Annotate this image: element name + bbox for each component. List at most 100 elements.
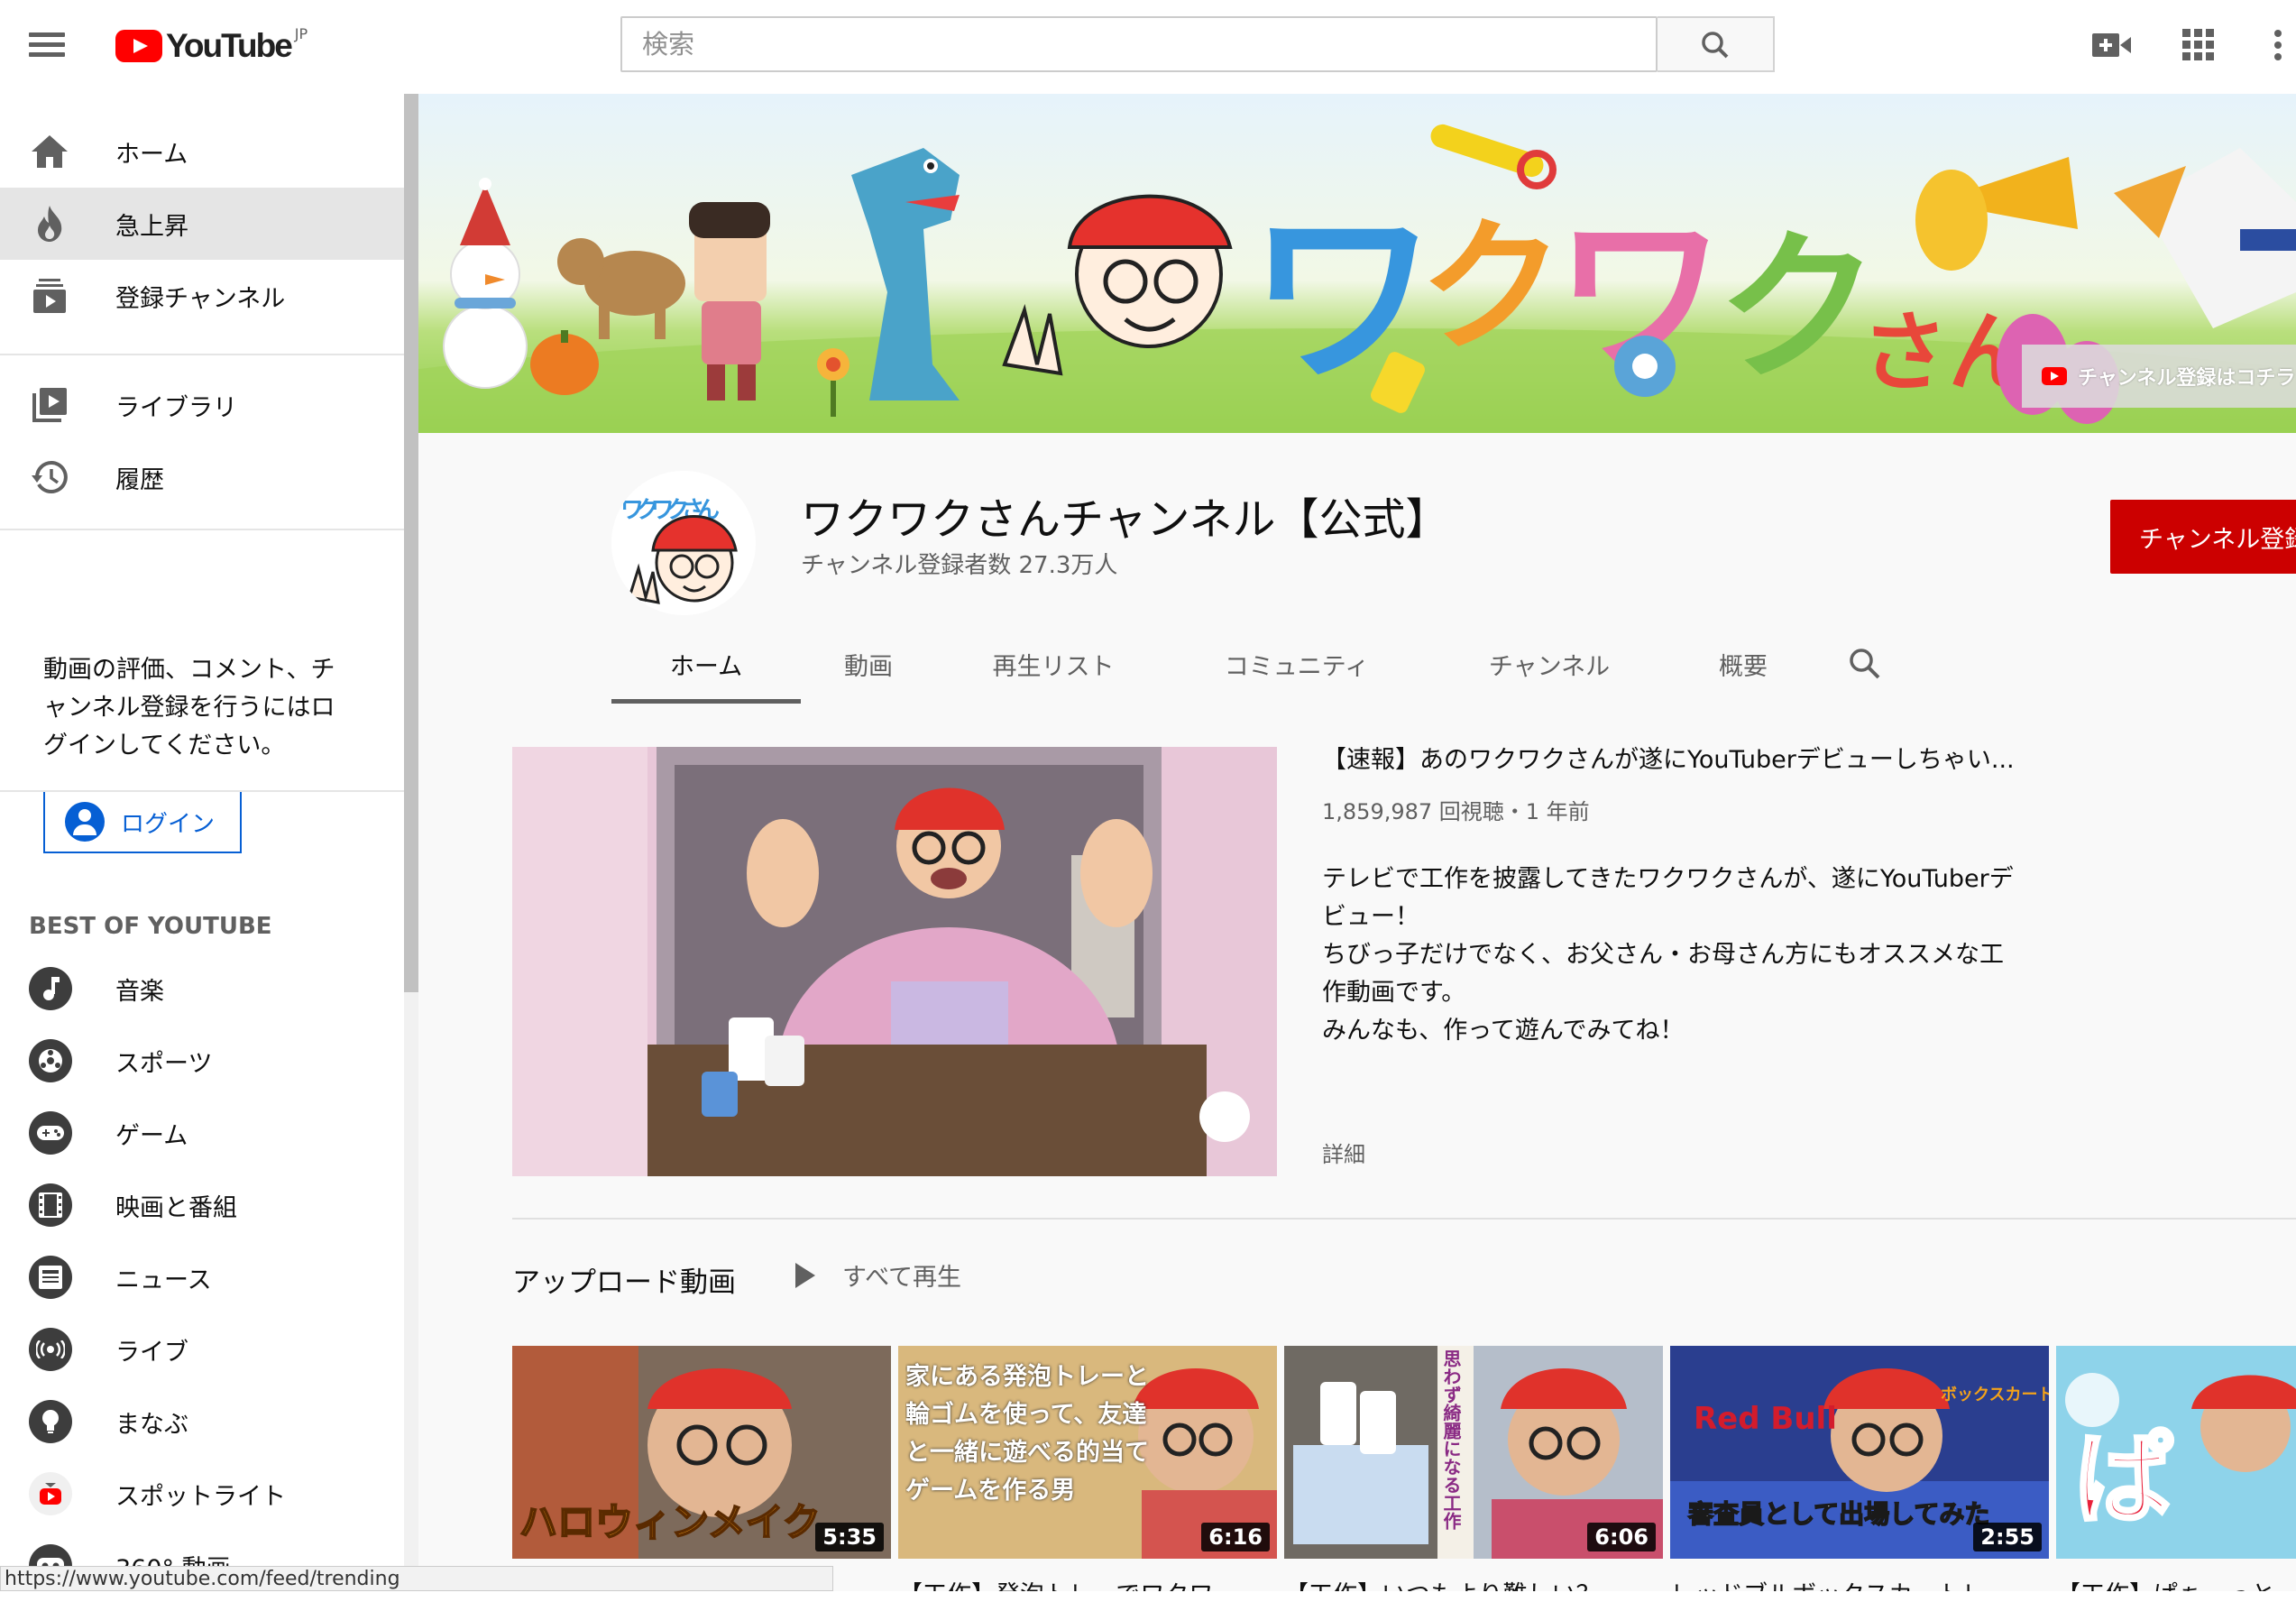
more-vertical-icon[interactable] xyxy=(2260,20,2296,70)
subscriptions-icon xyxy=(31,277,69,315)
read-more-link[interactable]: 詳細 xyxy=(1322,1137,1365,1168)
masthead: YouTube JP xyxy=(0,0,2296,94)
channel-avatar-art: ワクワクさん xyxy=(611,471,756,615)
sidebar-item-news[interactable]: ニュース xyxy=(0,1241,404,1313)
video-card[interactable]: ハロウィンメイク 5:35 xyxy=(512,1346,891,1591)
video-thumbnail[interactable]: 家にある発泡トレーと輪ゴムを使って、友達と一緒に遊べる的当てゲームを作る男 6:… xyxy=(898,1346,1277,1559)
video-card[interactable]: ぱ 【工作】ぱぁーっと xyxy=(2056,1346,2296,1591)
channel-banner: ワ ク ワ ク さん チャンネル登録はコチラ xyxy=(418,94,2296,433)
banner-logo-char: ク xyxy=(1419,203,1564,372)
channel-page: ワ ク ワ ク さん チャンネル登録はコチラ ワクワクさん ワクワクさんチャンネ… xyxy=(418,94,2296,1591)
gaming-icon xyxy=(29,1111,72,1155)
tab-home[interactable]: ホーム xyxy=(611,624,801,704)
featured-video-image xyxy=(512,747,1277,1176)
channel-tabs: ホーム 動画 再生リスト コミュニティ チャンネル 概要 xyxy=(611,624,1919,704)
video-thumbnail[interactable]: Red Bull ボックスカートレース 審査員として出場してみた 2:55 xyxy=(1670,1346,2049,1559)
apps-grid-icon[interactable] xyxy=(2173,20,2224,70)
sidebar-item-label: ライブ xyxy=(115,1338,188,1367)
description-line: テレビで工作を披露してきたワクワクさんが、遂にYouTuberデ xyxy=(1322,865,2014,893)
channel-banner-art: ワ ク ワ ク さん xyxy=(418,94,2296,433)
tab-videos[interactable]: 動画 xyxy=(801,624,936,704)
channel-name: ワクワクさんチャンネル【公式】 xyxy=(801,494,1449,545)
channel-search-icon[interactable] xyxy=(1811,624,1919,704)
youtube-logo[interactable]: YouTube JP xyxy=(115,23,308,69)
tab-playlists[interactable]: 再生リスト xyxy=(936,624,1171,704)
sidebar-item-subscriptions[interactable]: 登録チャンネル xyxy=(0,260,404,332)
login-button[interactable]: ログイン xyxy=(43,790,242,853)
sidebar-item-label: 履歴 xyxy=(115,465,164,494)
create-video-icon[interactable] xyxy=(2087,20,2137,70)
sidebar-item-movies[interactable]: 映画と番組 xyxy=(0,1169,404,1241)
video-thumbnail[interactable]: ハロウィンメイク 5:35 xyxy=(512,1346,891,1559)
sidebar-item-trending[interactable]: 急上昇 xyxy=(0,188,404,260)
sidebar-divider xyxy=(0,790,404,792)
sidebar-item-library[interactable]: ライブラリ xyxy=(0,369,404,441)
trending-icon xyxy=(31,205,69,243)
sidebar-item-history[interactable]: 履歴 xyxy=(0,441,404,513)
learning-icon xyxy=(29,1400,72,1443)
uploads-shelf: ハロウィンメイク 5:35 家にある発泡トレーと輪ゴムを使って、友達と一緒に遊べ… xyxy=(512,1346,2296,1591)
sidebar-item-learning[interactable]: まなぶ xyxy=(0,1386,404,1458)
play-icon xyxy=(795,1262,815,1288)
video-thumbnail-image: ぱ xyxy=(2056,1346,2296,1559)
news-icon xyxy=(29,1256,72,1299)
video-title[interactable]: 【工作】ぱぁーっと xyxy=(2056,1575,2296,1591)
sidebar-item-label: 映画と番組 xyxy=(115,1193,237,1222)
sidebar-item-sports[interactable]: スポーツ xyxy=(0,1025,404,1097)
featured-video-meta: 1,859,987 回視聴・1 年前 xyxy=(1322,799,1590,824)
tab-community[interactable]: コミュニティ xyxy=(1171,624,1423,704)
featured-video-title[interactable]: 【速報】あのワクワクさんが遂にYouTuberデビューしちゃい... xyxy=(1322,740,2015,775)
sidebar-item-spotlight[interactable]: スポットライト xyxy=(0,1458,404,1530)
thumbnail-caption: 思わず綺麗になる工作 xyxy=(1441,1349,1462,1530)
thumbnail-subcaption: ボックスカートレース xyxy=(1941,1386,2049,1404)
sidebar-item-home[interactable]: ホーム xyxy=(0,115,404,188)
video-card[interactable]: 思わず綺麗になる工作 6:06 【工作】いつもより難しい？ xyxy=(1284,1346,1663,1591)
sidebar-item-live[interactable]: ライブ xyxy=(0,1313,404,1386)
sidebar-item-label: 音楽 xyxy=(115,977,164,1006)
search-button[interactable] xyxy=(1658,16,1775,72)
status-bar-url: https://www.youtube.com/feed/trending xyxy=(0,1566,833,1591)
thumbnail-caption: ハロウィンメイク xyxy=(519,1500,821,1544)
search-icon xyxy=(1702,32,1729,59)
subscribe-button[interactable]: チャンネル登録 xyxy=(2110,500,2296,574)
login-prompt-text: 動画の評価、コメント、チ ャンネル登録を行うにはロ グインしてください。 xyxy=(43,651,368,765)
home-icon xyxy=(31,133,69,170)
logo-text: YouTube xyxy=(166,27,293,64)
channel-header: ワクワクさん ワクワクさんチャンネル【公式】 チャンネル登録者数 27.3万人 … xyxy=(418,433,2296,704)
section-divider xyxy=(512,1218,2296,1220)
sidebar-item-gaming[interactable]: ゲーム xyxy=(0,1097,404,1169)
sidebar-item-label: ライブラリ xyxy=(115,393,237,422)
channel-avatar[interactable]: ワクワクさん xyxy=(611,471,756,615)
search-input[interactable] xyxy=(622,18,1656,70)
play-all-button[interactable]: すべて再生 xyxy=(795,1257,961,1293)
logo-region-code: JP xyxy=(294,24,308,42)
movies-icon xyxy=(29,1183,72,1227)
login-prompt-line: ャンネル登録を行うにはロ xyxy=(43,694,335,722)
sidebar-item-label: まなぶ xyxy=(115,1410,188,1439)
library-icon xyxy=(31,386,69,424)
tab-about[interactable]: 概要 xyxy=(1676,624,1811,704)
sidebar-divider xyxy=(0,354,404,355)
uploads-heading[interactable]: アップロード動画 xyxy=(512,1259,736,1300)
tab-channels[interactable]: チャンネル xyxy=(1423,624,1676,704)
description-line: 作動画です。 xyxy=(1322,979,1466,1007)
redbull-logo-text: Red Bull xyxy=(1694,1401,1837,1437)
video-title[interactable]: レッドブルボックスカートレ xyxy=(1670,1575,2049,1591)
video-card[interactable]: Red Bull ボックスカートレース 審査員として出場してみた 2:55 レッ… xyxy=(1670,1346,2049,1591)
best-of-youtube-heading: BEST OF YOUTUBE xyxy=(29,913,272,940)
featured-video-thumbnail[interactable] xyxy=(512,747,1277,1176)
video-duration: 6:06 xyxy=(1587,1523,1656,1551)
banner-subscribe-link[interactable]: チャンネル登録はコチラ xyxy=(2022,345,2296,408)
sidebar-item-label: スポットライト xyxy=(115,1482,286,1511)
play-all-label: すべて再生 xyxy=(842,1264,962,1292)
video-thumbnail[interactable]: 思わず綺麗になる工作 6:06 xyxy=(1284,1346,1663,1559)
video-title[interactable]: 【工作】いつもより難しい？ xyxy=(1284,1575,1663,1591)
video-thumbnail[interactable]: ぱ xyxy=(2056,1346,2296,1559)
sidebar-scrollbar-thumb[interactable] xyxy=(404,94,418,992)
video-card[interactable]: 家にある発泡トレーと輪ゴムを使って、友達と一緒に遊べる的当てゲームを作る男 6:… xyxy=(898,1346,1277,1591)
thumbnail-caption: ぱ xyxy=(2074,1422,2173,1537)
sidebar-item-music[interactable]: 音楽 xyxy=(0,953,404,1025)
hamburger-menu-icon[interactable] xyxy=(29,27,72,63)
description-line: ちびっ子だけでなく、お父さん・お母さん方にもオススメな工 xyxy=(1322,941,2004,969)
video-title[interactable]: 【工作】発泡トレーでワクワ xyxy=(898,1575,1277,1591)
